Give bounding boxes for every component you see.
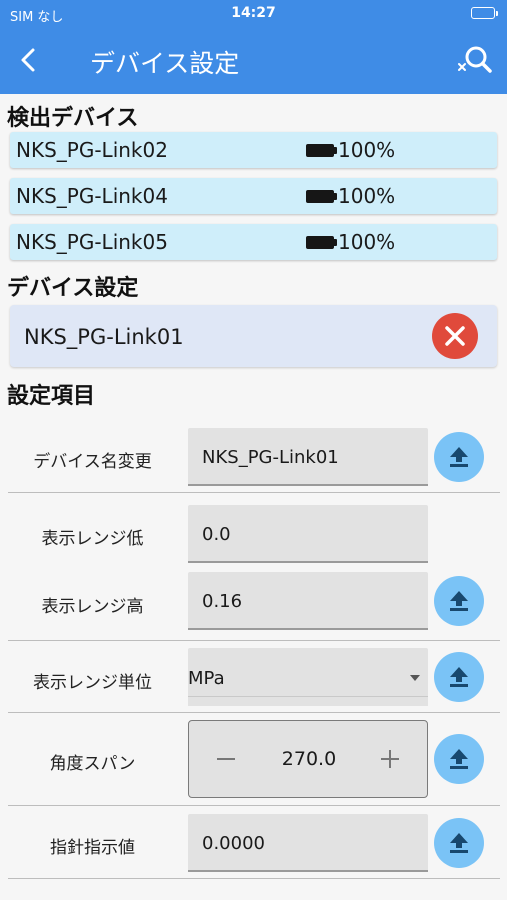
- detected-device-row[interactable]: NKS_PG-Link04 100%: [10, 178, 497, 214]
- device-settings-heading: デバイス設定: [7, 276, 139, 301]
- range-low-value: 0.0: [202, 524, 231, 545]
- device-name: NKS_PG-Link04: [16, 184, 168, 208]
- pointer-value-value: 0.0000: [202, 833, 265, 854]
- detected-device-row[interactable]: NKS_PG-Link05 100%: [10, 224, 497, 260]
- page-title: デバイス設定: [90, 49, 240, 78]
- increment-button[interactable]: [381, 750, 399, 768]
- device-name-upload-button[interactable]: [434, 432, 484, 482]
- back-button[interactable]: [14, 42, 44, 78]
- nav-bar: デバイス設定: [0, 28, 507, 94]
- search-clear-icon: [458, 46, 492, 73]
- range-low-label: 表示レンジ低: [41, 529, 144, 549]
- range-unit-select[interactable]: MPa: [188, 648, 428, 706]
- status-time: 14:27: [231, 5, 276, 21]
- upload-icon: [450, 833, 468, 853]
- device-name: NKS_PG-Link02: [16, 138, 168, 162]
- back-chevron-icon: [21, 48, 35, 72]
- battery-icon: [306, 236, 337, 249]
- detected-device-row[interactable]: NKS_PG-Link02 100%: [10, 132, 497, 168]
- divider: [8, 712, 500, 713]
- divider: [8, 640, 500, 641]
- range-unit-upload-button[interactable]: [434, 652, 484, 702]
- battery-icon: [306, 144, 337, 157]
- dropdown-arrow-icon: [410, 675, 420, 681]
- device-name-label: デバイス名変更: [33, 452, 152, 472]
- select-underline: [188, 696, 428, 697]
- disconnect-device-button[interactable]: [432, 313, 478, 359]
- selected-device-card: NKS_PG-Link01: [10, 305, 497, 367]
- pointer-value-label: 指針指示値: [50, 838, 135, 858]
- battery-icon: [306, 190, 337, 203]
- device-name-field[interactable]: NKS_PG-Link01: [188, 428, 428, 486]
- divider: [8, 805, 500, 806]
- range-high-field[interactable]: 0.16: [188, 572, 428, 630]
- range-high-value: 0.16: [202, 591, 243, 612]
- battery-percent: 100%: [338, 138, 396, 162]
- range-unit-label: 表示レンジ単位: [33, 673, 152, 693]
- range-upload-button[interactable]: [434, 576, 484, 626]
- upload-icon: [450, 591, 468, 611]
- device-name: NKS_PG-Link05: [16, 230, 168, 254]
- status-battery-icon: [471, 7, 498, 19]
- range-low-field[interactable]: 0.0: [188, 505, 428, 563]
- upload-icon: [450, 667, 468, 687]
- range-unit-value: MPa: [188, 668, 225, 689]
- angle-span-stepper: 270.0: [188, 720, 428, 798]
- upload-icon: [450, 447, 468, 467]
- angle-span-label: 角度スパン: [49, 754, 136, 774]
- angle-span-upload-button[interactable]: [434, 734, 484, 784]
- range-high-label: 表示レンジ高: [41, 597, 144, 617]
- battery-percent: 100%: [338, 184, 396, 208]
- detected-devices-heading: 検出デバイス: [7, 106, 139, 131]
- upload-icon: [450, 749, 468, 769]
- clear-icon: [432, 313, 478, 359]
- settings-items-heading: 設定項目: [7, 384, 96, 409]
- pointer-value-field[interactable]: 0.0000: [188, 814, 428, 872]
- pointer-value-upload-button[interactable]: [434, 818, 484, 868]
- divider: [8, 492, 500, 493]
- device-name-value: NKS_PG-Link01: [202, 447, 339, 468]
- selected-device-name: NKS_PG-Link01: [24, 325, 184, 349]
- scan-search-button[interactable]: [455, 40, 495, 80]
- battery-percent: 100%: [338, 230, 396, 254]
- divider: [8, 878, 500, 879]
- status-bar: SIM なし 14:27: [0, 0, 507, 28]
